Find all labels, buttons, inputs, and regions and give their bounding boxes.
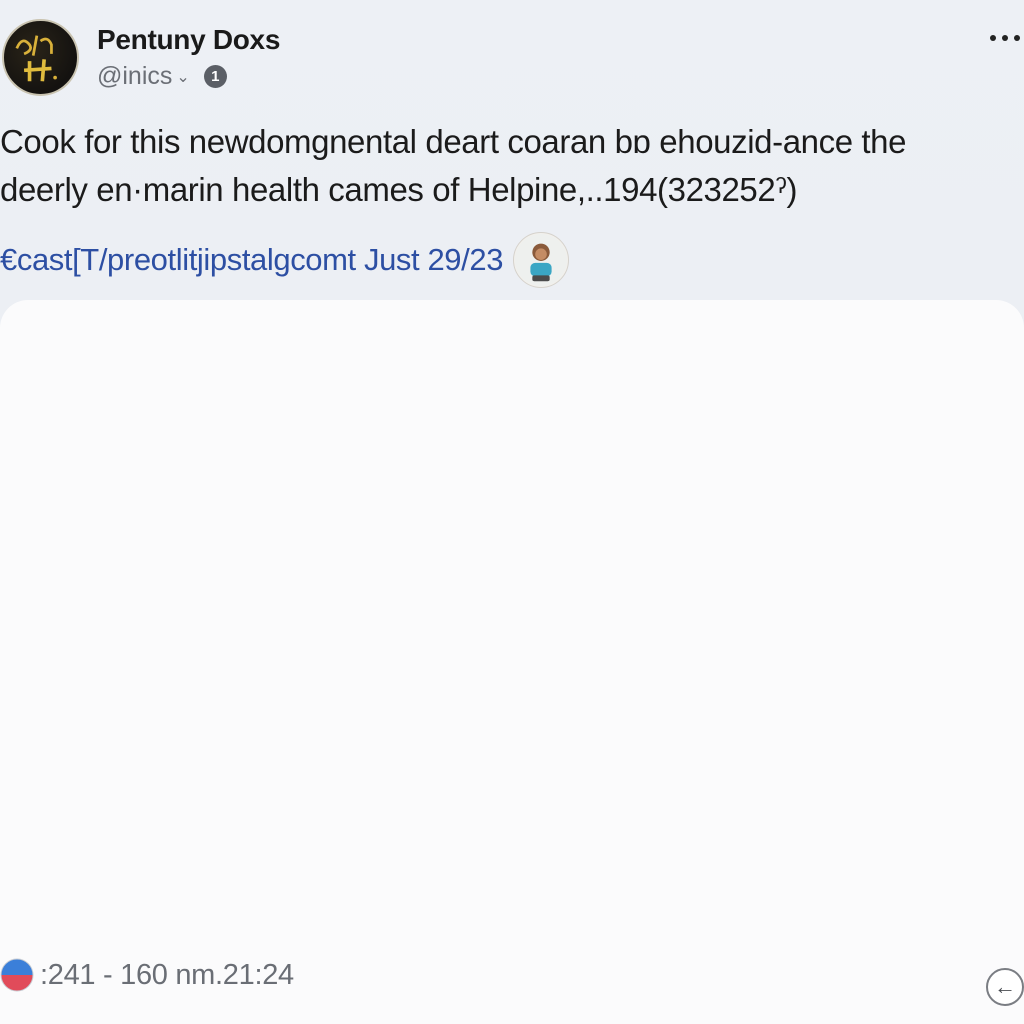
social-post: Pentuny Doxs @inics ⌄ 1 Cook for this ne… xyxy=(0,0,1024,1024)
post-body-line: deerly en·marin health cames of Helpine,… xyxy=(0,171,798,208)
back-arrow-icon[interactable]: ← xyxy=(986,968,1024,1006)
author-avatar[interactable] xyxy=(2,19,79,96)
more-options-icon[interactable] xyxy=(990,30,1024,46)
post-timestamp: :241 - 160 nm.21:24 xyxy=(40,958,294,991)
globe-icon xyxy=(0,958,34,992)
author-handle[interactable]: @inics xyxy=(97,62,172,91)
post-body: Cook for this newdomgnental deart coaran… xyxy=(0,118,1020,214)
media-card[interactable] xyxy=(0,300,1024,1024)
calligraphy-logo-avatar-icon xyxy=(15,35,57,82)
post-link-row: €cast[T/preotlitjipstalgcomt Just 29/23 xyxy=(0,232,570,288)
info-badge: 1 xyxy=(203,65,227,88)
author-name[interactable]: Pentuny Doxs xyxy=(97,24,280,56)
child-portrait-icon xyxy=(514,233,568,287)
post-link[interactable]: €cast[T/preotlitjipstalgcomt Just 29/23 xyxy=(0,242,503,278)
child-portrait-avatar[interactable] xyxy=(513,232,570,288)
author-handle-row: @inics ⌄ 1 xyxy=(97,62,227,91)
chevron-down-icon[interactable]: ⌄ xyxy=(176,67,189,87)
post-footer: :241 - 160 nm.21:24 xyxy=(0,958,294,992)
post-body-line: Cook for this newdomgnental deart coaran… xyxy=(0,123,907,160)
